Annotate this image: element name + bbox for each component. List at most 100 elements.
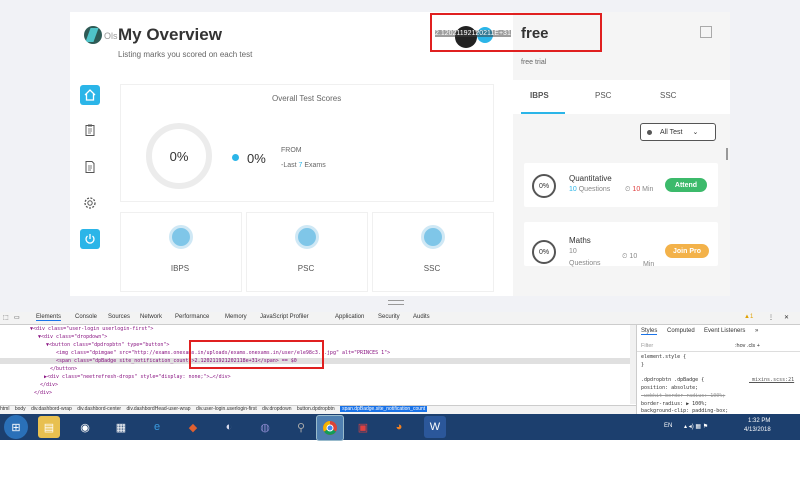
breadcrumb-item-active[interactable]: span.dpBadge.site_notification_count (340, 406, 428, 412)
styles-panel: Styles Computed Event Listeners » Filter… (636, 325, 800, 414)
subject-duration: ⏲ 10 (622, 253, 638, 260)
calculator-icon[interactable]: ▦ (110, 416, 132, 438)
dom-line[interactable]: </div> (34, 390, 52, 396)
exam-label-ssc: SSC (423, 264, 441, 273)
exam-card-ibps[interactable] (120, 212, 242, 292)
expand-icon[interactable] (700, 26, 712, 38)
more-tabs-icon[interactable]: » (755, 328, 758, 334)
plan-note: free trial (521, 59, 547, 66)
breadcrumb-item[interactable]: div.dashbord-center (77, 406, 121, 412)
computed-tab[interactable]: Computed (667, 328, 695, 334)
exam-card-ssc[interactable] (372, 212, 494, 292)
dom-line[interactable]: ▼<button class="dpdropbtn" type="button"… (46, 342, 169, 348)
breadcrumb-item[interactable]: div.user-login.userlogin-first (196, 406, 257, 412)
devtools-tab-memory[interactable]: Memory (225, 314, 247, 320)
media-player-icon[interactable]: ◉ (74, 416, 96, 438)
app-icon[interactable]: ◆ (182, 416, 204, 438)
overall-score-ring: 0% (146, 123, 212, 189)
subject-questions: 10 Questions (569, 186, 611, 193)
chevron-down-icon: ⌄ (692, 129, 699, 136)
devtools-tab-application[interactable]: Application (335, 314, 364, 320)
language-indicator[interactable]: EN (664, 423, 672, 429)
tray-icons[interactable]: ▴ ◂) ▦ ⚑ (684, 423, 708, 430)
more-options-icon[interactable]: ⋮ (768, 314, 774, 321)
devtools-tab-network[interactable]: Network (140, 314, 162, 320)
devtools-resize-handle[interactable] (388, 300, 404, 305)
overall-score-value: 0% (169, 148, 189, 164)
clock-icon: ⏲ (625, 186, 631, 193)
styles-filter-row: Filter :hov .cls + (637, 341, 800, 352)
active-tab-indicator (521, 112, 565, 114)
dom-line[interactable]: </div> (40, 382, 58, 388)
exam-card-psc[interactable] (246, 212, 368, 292)
breadcrumb-item[interactable]: button.dpdropbtn (297, 406, 335, 412)
styles-filter-hints[interactable]: :hov .cls + (735, 343, 760, 349)
inspect-icon[interactable]: ⬚ (3, 314, 9, 321)
ssc-exam-icon (421, 225, 445, 249)
devtools-tab-console[interactable]: Console (75, 314, 97, 320)
devtools-tab-security[interactable]: Security (378, 314, 400, 320)
clock-time[interactable]: 1:32 PM (748, 418, 770, 424)
page-title: My Overview (118, 25, 222, 44)
clipboard-icon[interactable] (80, 120, 100, 140)
overall-scores-title: Overall Test Scores (272, 94, 342, 103)
panel-scrollbar[interactable] (726, 148, 728, 160)
dom-line[interactable]: ▼<div class="user-login userlogin-first"… (30, 326, 153, 332)
subject-name: Maths (569, 236, 591, 245)
exam-label-ibps: IBPS (170, 264, 190, 273)
style-source-link[interactable]: _mixins.scss:21 (749, 377, 794, 383)
highlight-box-profile (430, 13, 602, 52)
start-button-icon[interactable]: ⊞ (4, 415, 28, 439)
home-icon[interactable] (80, 85, 100, 105)
word-icon[interactable]: W (424, 416, 446, 438)
device-toggle-icon[interactable]: ▭ (14, 314, 20, 321)
app-icon[interactable]: ◐ (218, 416, 240, 438)
search-icon[interactable]: ⚲ (290, 416, 312, 438)
dom-line[interactable]: ▼<div class="dropdown"> (38, 334, 107, 340)
breadcrumb-item[interactable]: div.dashbordHead-user-wrap (126, 406, 190, 412)
tab-ibps[interactable]: IBPS (530, 91, 549, 100)
clock-date[interactable]: 4/13/2018 (744, 427, 771, 433)
styles-tab[interactable]: Styles (641, 328, 658, 335)
logo-text: Ols (104, 31, 118, 41)
event-listeners-tab[interactable]: Event Listeners (704, 328, 745, 334)
devtools-tab-js-profiler[interactable]: JavaScript Profiler (260, 314, 309, 320)
devtools-tab-performance[interactable]: Performance (175, 314, 209, 320)
presentation-icon[interactable]: ▣ (352, 416, 374, 438)
internet-explorer-icon[interactable]: e (146, 416, 168, 438)
subject-questions-count: 10 (569, 248, 577, 255)
devtools-tab-audits[interactable]: Audits (413, 314, 430, 320)
chrome-icon[interactable] (316, 415, 344, 441)
subject-score-ring: 0% (532, 240, 556, 264)
breadcrumb-item[interactable]: html (0, 406, 9, 412)
app-icon[interactable]: ◍ (254, 416, 276, 438)
breadcrumb-item[interactable]: body (15, 406, 26, 412)
tab-psc[interactable]: PSC (595, 91, 611, 100)
breadcrumb-item[interactable]: div.dropdown (262, 406, 291, 412)
tab-ssc[interactable]: SSC (660, 91, 676, 100)
power-icon[interactable] (80, 229, 100, 249)
dom-line[interactable]: ▶<div class="neetrefresh-drops" style="d… (44, 374, 231, 380)
from-label: FROM (281, 147, 302, 154)
attend-button[interactable]: Attend (665, 178, 707, 192)
test-filter-dropdown[interactable]: All Test ⌄ (640, 123, 716, 141)
close-icon[interactable]: ✕ (784, 314, 789, 321)
last-exams-label: -Last 7 Exams (281, 162, 326, 169)
dom-line[interactable]: </button> (50, 366, 77, 372)
warning-icon[interactable]: ▲1 (744, 314, 753, 320)
filter-dot-icon (647, 129, 652, 135)
file-explorer-icon[interactable]: ▤ (38, 416, 60, 438)
devtools-toolbar: ⬚ ▭ Elements Console Sources Network Per… (0, 312, 800, 325)
devtools-tab-elements[interactable]: Elements (36, 314, 62, 321)
subject-name: Quantitative (569, 174, 612, 183)
document-icon[interactable] (80, 157, 100, 177)
app-logo[interactable] (84, 26, 102, 44)
gear-icon[interactable] (80, 193, 100, 213)
breadcrumb-item[interactable]: div.dashbord-wrap (31, 406, 72, 412)
style-property: position: absolute; (641, 385, 699, 391)
firefox-icon[interactable]: ◕ (388, 416, 410, 438)
devtools-tab-sources[interactable]: Sources (108, 314, 130, 320)
styles-filter-input[interactable]: Filter (641, 343, 653, 349)
psc-exam-icon (295, 225, 319, 249)
join-pro-button[interactable]: Join Pro (665, 244, 709, 258)
